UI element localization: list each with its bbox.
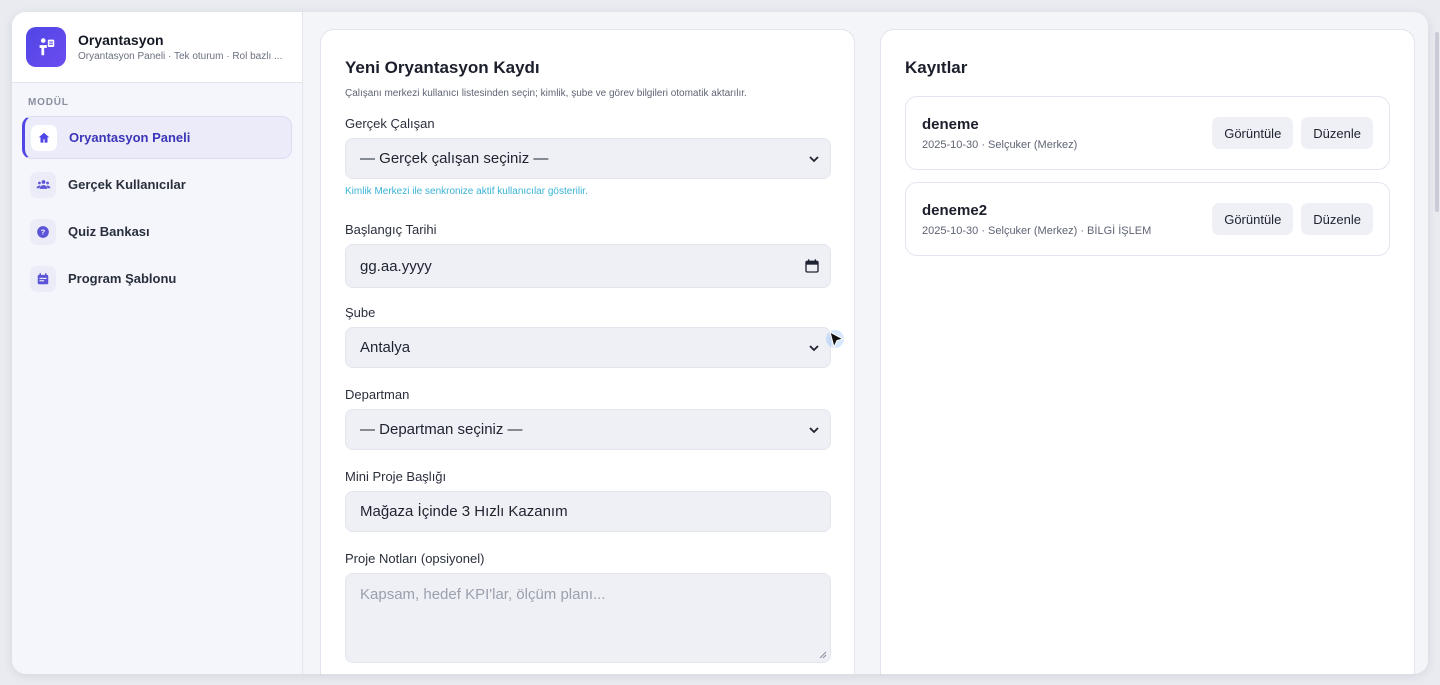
project-title-value: Mağaza İçinde 3 Hızlı Kazanım (360, 503, 568, 520)
form-title: Yeni Oryantasyon Kaydı (345, 58, 540, 77)
project-notes-label: Proje Notları (opsiyonel) (345, 551, 485, 566)
users-icon (30, 171, 56, 198)
brand-title: Oryantasyon (78, 32, 164, 48)
employee-select[interactable]: — Gerçek çalışan seçiniz — (345, 138, 831, 179)
start-date-value: gg.aa.yyyy (360, 257, 432, 275)
sidebar-item-label: Oryantasyon Paneli (69, 130, 191, 145)
start-date-input[interactable]: gg.aa.yyyy (345, 244, 831, 288)
branch-select[interactable]: Antalya (345, 327, 831, 368)
sidebar-item-quiz-bank[interactable]: ? Quiz Bankası (22, 210, 292, 253)
sidebar: Oryantasyon Oryantasyon Paneli · Tek otu… (12, 12, 303, 674)
svg-text:?: ? (41, 227, 46, 236)
branch-select-value: Antalya (360, 339, 411, 356)
main-content: Yeni Oryantasyon Kaydı Çalışanı merkezi … (303, 12, 1428, 674)
sidebar-item-label: Program Şablonu (68, 271, 177, 286)
employee-select-value: — Gerçek çalışan seçiniz — (360, 150, 549, 167)
edit-button[interactable]: Düzenle (1301, 117, 1373, 149)
record-name: deneme (922, 115, 979, 133)
orientation-logo-icon (26, 27, 66, 67)
brand-header: Oryantasyon Oryantasyon Paneli · Tek otu… (12, 12, 302, 83)
record-meta: 2025-10-30 · Selçuker (Merkez) (922, 138, 1078, 151)
resize-grip-icon[interactable] (819, 651, 827, 659)
employee-label: Gerçek Çalışan (345, 116, 435, 131)
sidebar-nav: Oryantasyon Paneli Gerçek Kullanıcılar ?… (12, 116, 302, 300)
mouse-cursor-icon (826, 330, 845, 349)
calendar-picker-icon[interactable] (804, 258, 820, 274)
record-item: deneme2 2025-10-30 · Selçuker (Merkez) ·… (905, 182, 1390, 256)
start-date-label: Başlangıç Tarihi (345, 222, 437, 237)
question-icon: ? (30, 218, 56, 245)
employee-hint: Kimlik Merkezi ile senkronize aktif kull… (345, 186, 588, 197)
home-icon (31, 124, 57, 151)
view-button[interactable]: Görüntüle (1212, 203, 1294, 235)
brand-subtitle: Oryantasyon Paneli · Tek oturum · Rol ba… (78, 51, 283, 62)
page-scrollbar[interactable] (1432, 14, 1440, 214)
sidebar-item-real-users[interactable]: Gerçek Kullanıcılar (22, 163, 292, 206)
records-title: Kayıtlar (905, 58, 968, 77)
project-notes-placeholder: Kapsam, hedef KPI'lar, ölçüm planı... (360, 586, 606, 603)
sidebar-item-orientation-panel[interactable]: Oryantasyon Paneli (22, 116, 292, 159)
record-item: deneme 2025-10-30 · Selçuker (Merkez) Gö… (905, 96, 1390, 170)
sidebar-item-label: Gerçek Kullanıcılar (68, 177, 186, 192)
chevron-down-icon (809, 344, 819, 351)
chevron-down-icon (809, 426, 819, 433)
record-meta: 2025-10-30 · Selçuker (Merkez) · BİLGİ İ… (922, 224, 1152, 237)
form-description: Çalışanı merkezi kullanıcı listesinden s… (345, 88, 747, 99)
project-title-label: Mini Proje Başlığı (345, 469, 447, 484)
department-select[interactable]: — Departman seçiniz — (345, 409, 831, 450)
calendar-icon (30, 265, 56, 292)
department-label: Departman (345, 387, 410, 402)
app-window: Oryantasyon Oryantasyon Paneli · Tek otu… (12, 12, 1428, 674)
scrollbar-thumb[interactable] (1435, 32, 1439, 212)
records-panel: Kayıtlar deneme 2025-10-30 · Selçuker (M… (880, 29, 1415, 674)
sidebar-item-label: Quiz Bankası (68, 224, 150, 239)
sidebar-item-program-template[interactable]: Program Şablonu (22, 257, 292, 300)
view-button[interactable]: Görüntüle (1212, 117, 1294, 149)
record-name: deneme2 (922, 201, 988, 219)
edit-button[interactable]: Düzenle (1301, 203, 1373, 235)
new-orientation-form: Yeni Oryantasyon Kaydı Çalışanı merkezi … (320, 29, 855, 674)
project-notes-textarea[interactable]: Kapsam, hedef KPI'lar, ölçüm planı... (345, 573, 831, 663)
department-select-value: — Departman seçiniz — (360, 421, 523, 438)
project-title-input[interactable]: Mağaza İçinde 3 Hızlı Kazanım (345, 491, 831, 532)
branch-label: Şube (345, 305, 376, 320)
chevron-down-icon (809, 155, 819, 162)
section-label: MODÜL (28, 97, 69, 108)
